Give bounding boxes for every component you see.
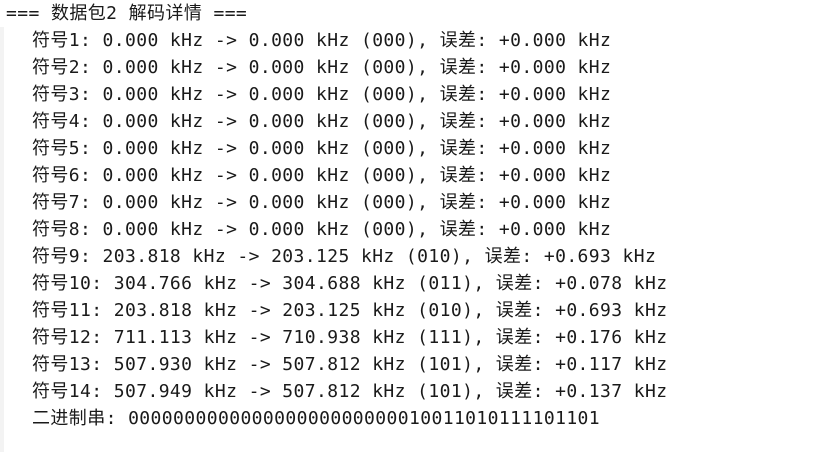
- binary-string-line: 二进制串: 0000000000000000000000000100110101…: [32, 408, 601, 429]
- symbol-line-6: 符号6: 0.000 kHz -> 0.000 kHz (000), 误差: +…: [32, 165, 612, 186]
- symbol-line-11: 符号11: 203.818 kHz -> 203.125 kHz (010), …: [32, 300, 668, 321]
- symbol-line-10: 符号10: 304.766 kHz -> 304.688 kHz (011), …: [32, 273, 668, 294]
- symbol-line-2: 符号2: 0.000 kHz -> 0.000 kHz (000), 误差: +…: [32, 57, 612, 78]
- symbol-line-8: 符号8: 0.000 kHz -> 0.000 kHz (000), 误差: +…: [32, 219, 612, 240]
- symbol-line-14: 符号14: 507.949 kHz -> 507.812 kHz (101), …: [32, 381, 668, 402]
- symbol-line-1: 符号1: 0.000 kHz -> 0.000 kHz (000), 误差: +…: [32, 30, 612, 51]
- symbol-line-12: 符号12: 711.113 kHz -> 710.938 kHz (111), …: [32, 327, 668, 348]
- symbol-line-3: 符号3: 0.000 kHz -> 0.000 kHz (000), 误差: +…: [32, 84, 612, 105]
- symbol-line-9: 符号9: 203.818 kHz -> 203.125 kHz (010), 误…: [32, 246, 657, 267]
- decode-header: === 数据包2 解码详情 ===: [6, 3, 248, 24]
- console-output: === 数据包2 解码详情 === 符号1: 0.000 kHz -> 0.00…: [0, 0, 834, 452]
- symbol-line-7: 符号7: 0.000 kHz -> 0.000 kHz (000), 误差: +…: [32, 192, 612, 213]
- output-gutter: [0, 27, 4, 452]
- symbol-line-5: 符号5: 0.000 kHz -> 0.000 kHz (000), 误差: +…: [32, 138, 612, 159]
- symbol-line-13: 符号13: 507.930 kHz -> 507.812 kHz (101), …: [32, 354, 668, 375]
- symbol-line-4: 符号4: 0.000 kHz -> 0.000 kHz (000), 误差: +…: [32, 111, 612, 132]
